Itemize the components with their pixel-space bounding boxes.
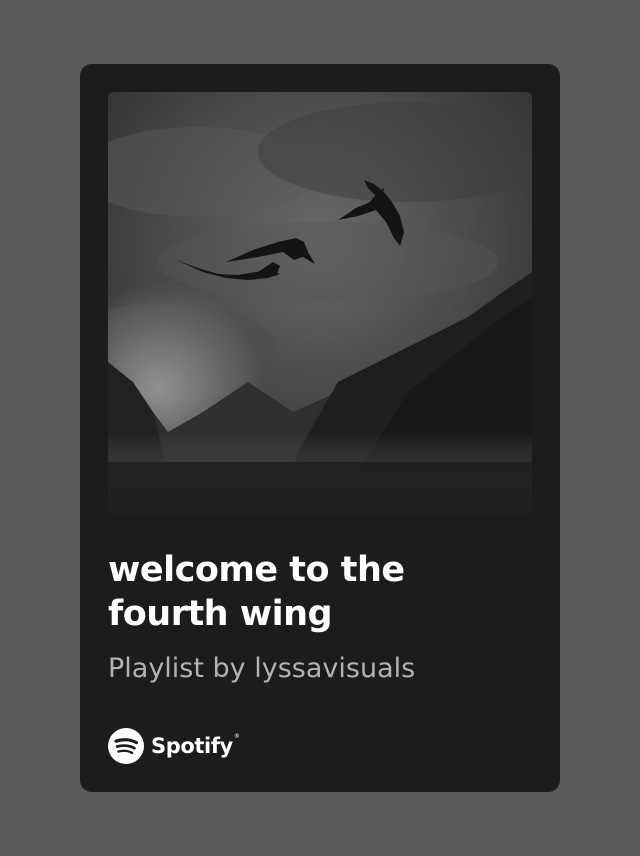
spotify-logo-icon [108,728,144,764]
spotify-brand-link[interactable]: Spotify ® [108,727,240,765]
spotify-wordmark: Spotify [151,734,233,758]
playlist-title[interactable]: welcome to the fourth wing [108,548,532,636]
trademark-symbol: ® [233,733,240,740]
playlist-embed-card[interactable]: welcome to the fourth wing Playlist by l… [80,64,560,792]
playlist-owner-text[interactable]: Playlist by lyssavisuals [108,652,532,686]
cover-artwork [108,92,532,516]
playlist-cover-image[interactable] [108,92,532,516]
